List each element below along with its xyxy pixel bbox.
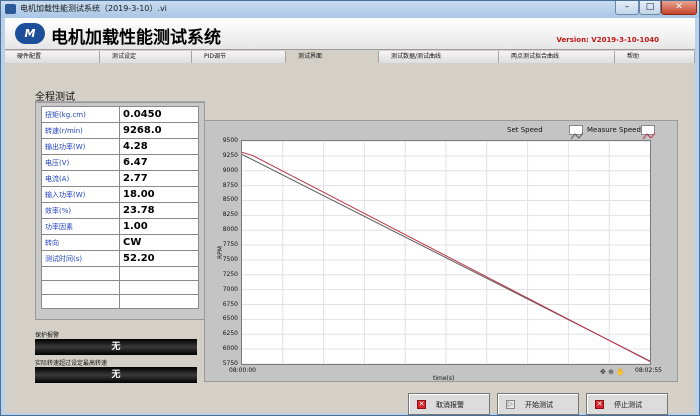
table-row: 转速(r/min) 9268.0 xyxy=(41,122,199,139)
y-tick-label: 9000 xyxy=(222,166,238,174)
measurement-value: 4.28 xyxy=(119,138,199,155)
measurement-table: 扭矩(kg.cm) 0.0450 转速(r/min) 9268.0 输出功率(W) 4… xyxy=(41,106,199,309)
table-row: 功率因素 1.00 xyxy=(41,218,199,235)
measurement-value: 0.0450 xyxy=(119,106,199,123)
graph-palette[interactable]: ✥ ⊕ ✋ xyxy=(600,368,625,376)
stop-test-button[interactable]: ✕ 停止测试 xyxy=(586,393,668,415)
cancel-x-icon: ✕ xyxy=(417,400,426,409)
plot-svg xyxy=(241,140,651,365)
logo-icon: M xyxy=(15,23,45,44)
tab-test-data-curves[interactable]: 测试数据/测试曲线 xyxy=(379,51,499,63)
measurement-table-frame: 扭矩(kg.cm) 0.0450 转速(r/min) 9268.0 输出功率(W) 4… xyxy=(35,102,205,320)
tab-help[interactable]: 帮助 xyxy=(615,51,695,63)
table-row: 测试时间(s) 52.20 xyxy=(41,250,199,267)
version-label: Version: V2019-3-10-1040 xyxy=(556,36,659,44)
test-panel: 全程测试 扭矩(kg.cm) 0.0450 转速(r/min) 9268.0 输出功… xyxy=(5,64,695,415)
measurement-label: 转向 xyxy=(41,234,120,251)
protection-alarm-label: 保护报警 xyxy=(35,332,60,339)
cursor-move-icon[interactable]: ✥ xyxy=(600,368,606,376)
measurement-label: 效率(%) xyxy=(41,202,120,219)
measurement-value: 2.77 xyxy=(119,170,199,187)
measurement-value: 9268.0 xyxy=(119,122,199,139)
protection-alarm-indicator: 无 xyxy=(35,339,197,355)
overspeed-alarm-indicator: 无 xyxy=(35,367,197,383)
maximize-button[interactable]: □ xyxy=(639,1,661,15)
table-row: 扭矩(kg.cm) 0.0450 xyxy=(41,106,199,123)
y-tick-label: 6000 xyxy=(222,345,238,353)
measurement-value: 52.20 xyxy=(119,250,199,267)
y-axis-label: RPM xyxy=(216,246,224,259)
table-row: 输入功率(W) 18.00 xyxy=(41,186,199,203)
tab-hardware-config[interactable]: 硬件配置 xyxy=(5,51,100,63)
window-title: 电机加载性能测试系统（2019-3-10）.vi xyxy=(20,4,167,13)
table-row xyxy=(41,294,199,309)
minimize-button[interactable]: – xyxy=(615,1,639,15)
table-row: 转向 CW xyxy=(41,234,199,251)
x-tick-label-end: 08:02:55 xyxy=(635,367,662,374)
y-tick-label: 6500 xyxy=(222,315,238,323)
measurement-label: 扭矩(kg.cm) xyxy=(41,106,120,123)
y-tick-label: 7500 xyxy=(222,255,238,263)
speed-chart: Set Speed Measure Speed 9500 9250 9000 8750… xyxy=(204,120,678,382)
measurement-label: 电压(V) xyxy=(41,154,120,171)
overspeed-alarm-label: 实际转速超过设定最高转速 xyxy=(35,360,108,367)
y-tick-label: 7000 xyxy=(222,285,238,293)
tab-test-interface[interactable]: 测试界面 xyxy=(286,51,379,63)
tab-test-settings[interactable]: 测试设定 xyxy=(100,51,192,63)
y-tick-label: 9500 xyxy=(222,137,238,144)
legend-label: Measure Speed xyxy=(587,126,641,134)
measurement-value: CW xyxy=(119,234,199,251)
measurement-label: 测试时间(s) xyxy=(41,250,120,267)
app-window: 电机加载性能测试系统（2019-3-10）.vi – □ ✕ M 电机加载性能测… xyxy=(0,0,700,416)
table-row xyxy=(41,280,199,295)
cancel-alarm-button[interactable]: ✕ 取消报警 xyxy=(408,393,490,415)
y-tick-label: 7750 xyxy=(222,241,238,249)
tab-two-point-fit[interactable]: 两点测试拟合曲线 xyxy=(499,51,615,63)
start-test-button[interactable]: ▷ 开始测试 xyxy=(497,393,579,415)
measurement-value: 1.00 xyxy=(119,218,199,235)
measurement-label: 输出功率(W) xyxy=(41,138,120,155)
play-icon: ▷ xyxy=(506,400,515,409)
client-area: M 电机加载性能测试系统 Version: V2019-3-10-1040 硬件… xyxy=(5,18,695,415)
table-row: 输出功率(W) 4.28 xyxy=(41,138,199,155)
close-button[interactable]: ✕ xyxy=(661,1,697,15)
measurement-value: 6.47 xyxy=(119,154,199,171)
y-tick-label: 6750 xyxy=(222,300,238,308)
y-tick-label: 8750 xyxy=(222,181,238,189)
legend-label: Set Speed xyxy=(507,126,543,134)
x-axis-label: time(s) xyxy=(433,375,455,382)
y-tick-label: 8500 xyxy=(222,196,238,204)
measurement-label: 功率因素 xyxy=(41,218,120,235)
app-header: M 电机加载性能测试系统 Version: V2019-3-10-1040 xyxy=(5,18,695,50)
y-tick-label: 8000 xyxy=(222,226,238,234)
measurement-value: 23.78 xyxy=(119,202,199,219)
x-tick-label-start: 08:00:00 xyxy=(229,367,256,374)
y-tick-label: 6250 xyxy=(222,330,238,338)
pan-icon[interactable]: ✋ xyxy=(616,368,625,376)
table-row: 效率(%) 23.78 xyxy=(41,202,199,219)
table-row: 电压(V) 6.47 xyxy=(41,154,199,171)
plot-area[interactable] xyxy=(241,140,651,365)
y-tick-label: 5750 xyxy=(222,360,238,367)
measurement-label: 输入功率(W) xyxy=(41,186,120,203)
app-title: 电机加载性能测试系统 xyxy=(51,28,221,48)
app-icon xyxy=(5,4,16,14)
table-row: 电流(A) 2.77 xyxy=(41,170,199,187)
y-tick-label: 7250 xyxy=(222,270,238,278)
measurement-value: 18.00 xyxy=(119,186,199,203)
stop-x-icon: ✕ xyxy=(595,400,604,409)
y-tick-label: 8250 xyxy=(222,211,238,219)
measurement-label: 电流(A) xyxy=(41,170,120,187)
y-tick-label: 9250 xyxy=(222,151,238,159)
title-bar[interactable]: 电机加载性能测试系统（2019-3-10）.vi – □ ✕ xyxy=(1,1,699,18)
zoom-icon[interactable]: ⊕ xyxy=(608,368,614,376)
tab-bar: 硬件配置 测试设定 PID调节 测试界面 测试数据/测试曲线 两点测试拟合曲线 … xyxy=(5,51,695,63)
table-row xyxy=(41,266,199,281)
measurement-label: 转速(r/min) xyxy=(41,122,120,139)
legend-swatch-set-speed[interactable] xyxy=(569,125,584,140)
legend-swatch-measure-speed[interactable] xyxy=(641,125,656,140)
tab-pid-tuning[interactable]: PID调节 xyxy=(192,51,286,63)
